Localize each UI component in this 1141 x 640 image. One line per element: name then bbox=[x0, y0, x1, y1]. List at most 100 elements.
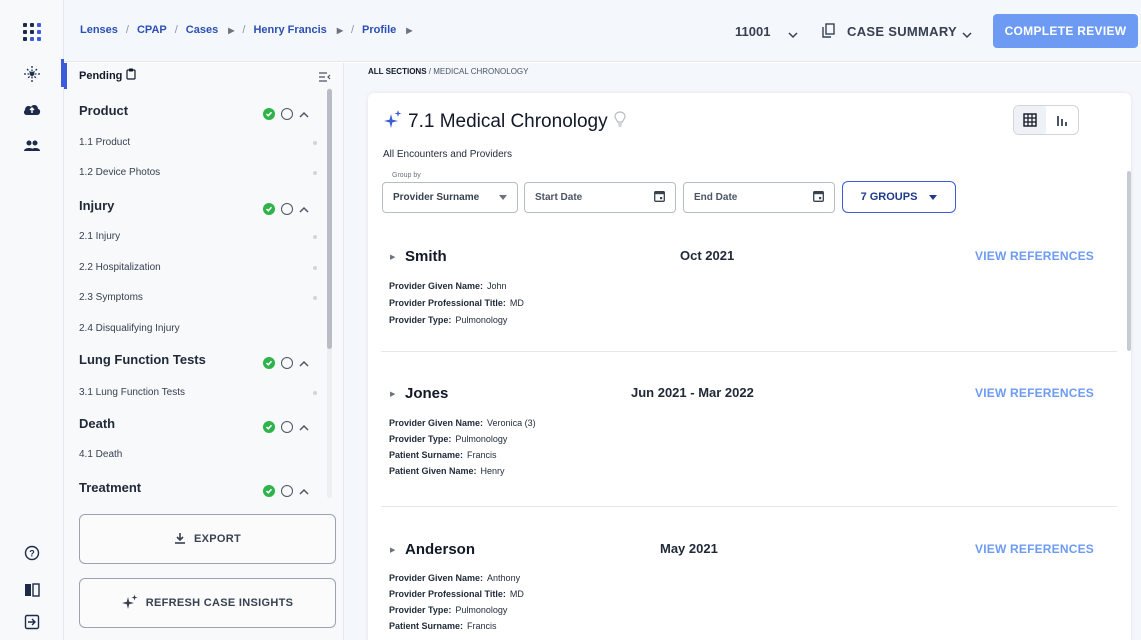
sidebar-item-disqualifying-injury[interactable]: 2.4 Disqualifying Injury bbox=[79, 323, 180, 334]
view-references-button[interactable]: VIEW REFERENCES bbox=[975, 386, 1094, 400]
circle-outline-icon[interactable] bbox=[281, 485, 293, 497]
chevron-up-icon[interactable] bbox=[299, 482, 309, 500]
breadcrumb-separator: / bbox=[174, 24, 178, 36]
breadcrumb-all-sections[interactable]: ALL SECTIONS bbox=[368, 67, 427, 76]
medical-chronology-card: 7.1 Medical Chronology All Encounters an… bbox=[368, 93, 1131, 640]
help-icon[interactable]: ? bbox=[22, 543, 42, 563]
caret-right-icon[interactable]: ▶ bbox=[337, 26, 343, 35]
circle-outline-icon[interactable] bbox=[281, 421, 293, 433]
breadcrumb-medical-chronology: MEDICAL CHRONOLOGY bbox=[433, 67, 529, 76]
section-death[interactable]: Death bbox=[79, 416, 115, 431]
groups-label: 7 GROUPS bbox=[860, 191, 918, 203]
section-product[interactable]: Product bbox=[79, 103, 128, 118]
view-references-button[interactable]: VIEW REFERENCES bbox=[975, 249, 1094, 263]
copy-icon[interactable] bbox=[822, 23, 835, 43]
table-view-icon[interactable] bbox=[1014, 106, 1046, 134]
sidebar-item-death[interactable]: 4.1 Death bbox=[79, 449, 122, 460]
chevron-down-icon[interactable] bbox=[788, 26, 798, 44]
group-provider-surname[interactable]: Smith bbox=[405, 248, 447, 265]
case-number-selector[interactable]: 11001 bbox=[735, 24, 770, 39]
detail-label: Provider Given Name: bbox=[389, 281, 484, 291]
breadcrumb-cases[interactable]: Cases bbox=[186, 24, 218, 36]
detail-label: Provider Given Name: bbox=[389, 573, 484, 583]
refresh-case-insights-button[interactable]: REFRESH CASE INSIGHTS bbox=[79, 578, 336, 628]
detail-value: Francis bbox=[467, 450, 497, 460]
export-button[interactable]: EXPORT bbox=[79, 514, 336, 564]
group-provider-surname[interactable]: Jones bbox=[405, 385, 448, 402]
app-grid-icon[interactable] bbox=[22, 22, 42, 42]
pending-header[interactable]: Pending bbox=[79, 68, 136, 83]
card-title: 7.1 Medical Chronology bbox=[384, 110, 626, 134]
groups-dropdown-button[interactable]: 7 GROUPS bbox=[842, 181, 956, 213]
cloud-upload-icon[interactable] bbox=[22, 99, 42, 119]
sidebar-item-symptoms[interactable]: 2.3 Symptoms bbox=[79, 292, 143, 303]
status-dot bbox=[313, 141, 317, 145]
book-icon[interactable] bbox=[22, 580, 42, 600]
breadcrumb-lenses[interactable]: Lenses bbox=[80, 24, 118, 36]
caret-right-icon[interactable]: ▶ bbox=[228, 26, 234, 35]
expand-caret-icon[interactable]: ▶ bbox=[390, 546, 395, 554]
case-summary-dropdown[interactable]: CASE SUMMARY bbox=[847, 24, 957, 39]
chevron-up-icon[interactable] bbox=[299, 418, 309, 436]
users-icon[interactable] bbox=[22, 136, 42, 156]
chevron-down-icon[interactable] bbox=[962, 26, 972, 44]
detail-value: Veronica (3) bbox=[487, 418, 536, 428]
view-references-button[interactable]: VIEW REFERENCES bbox=[975, 542, 1094, 556]
group-date-range: May 2021 bbox=[660, 541, 718, 556]
chevron-up-icon[interactable] bbox=[299, 105, 309, 123]
circle-outline-icon[interactable] bbox=[281, 108, 293, 120]
detail-row: Provider Given Name: Veronica (3) bbox=[389, 418, 536, 428]
check-circle-icon bbox=[263, 485, 275, 497]
group-date-range: Jun 2021 - Mar 2022 bbox=[631, 385, 754, 400]
sidebar-item-hospitalization[interactable]: 2.2 Hospitalization bbox=[79, 262, 161, 273]
breadcrumb-profile[interactable]: Profile bbox=[362, 24, 396, 36]
detail-row: Provider Professional Title: MD bbox=[389, 589, 524, 599]
lightbulb-icon[interactable] bbox=[614, 111, 626, 133]
circle-outline-icon[interactable] bbox=[281, 203, 293, 215]
sidebar-item-device-photos[interactable]: 1.2 Device Photos bbox=[79, 167, 160, 178]
detail-row: Provider Professional Title: MD bbox=[389, 298, 524, 308]
section-lung-function-tests[interactable]: Lung Function Tests bbox=[79, 352, 206, 367]
detail-row: Provider Given Name: Anthony bbox=[389, 573, 520, 583]
section-injury[interactable]: Injury bbox=[79, 198, 114, 213]
section-injury-status bbox=[263, 200, 309, 218]
section-treatment[interactable]: Treatment bbox=[79, 480, 141, 495]
sidebar-item-injury[interactable]: 2.1 Injury bbox=[79, 231, 120, 242]
breadcrumb-cpap[interactable]: CPAP bbox=[137, 24, 167, 36]
circle-outline-icon[interactable] bbox=[281, 357, 293, 369]
caret-right-icon[interactable]: ▶ bbox=[406, 26, 412, 35]
sparkle-icon bbox=[121, 594, 138, 613]
group-by-select[interactable]: Provider Surname bbox=[382, 182, 518, 213]
start-date-input[interactable]: Start Date bbox=[524, 182, 676, 213]
chevron-up-icon[interactable] bbox=[299, 354, 309, 372]
detail-label: Provider Professional Title: bbox=[389, 589, 506, 599]
group-provider-surname[interactable]: Anderson bbox=[405, 541, 475, 558]
expand-caret-icon[interactable]: ▶ bbox=[390, 390, 395, 398]
detail-value: John bbox=[487, 281, 507, 291]
group-date-range: Oct 2021 bbox=[680, 248, 735, 263]
section-sidebar: Pending Product 1.1 Product 1.2 Device P… bbox=[64, 63, 344, 640]
detail-label: Provider Given Name: bbox=[389, 418, 484, 428]
pending-label: Pending bbox=[79, 69, 123, 82]
calendar-icon[interactable] bbox=[813, 190, 824, 205]
expand-caret-icon[interactable]: ▶ bbox=[390, 253, 395, 261]
sidebar-scrollbar[interactable] bbox=[327, 89, 332, 349]
main-scrollbar[interactable] bbox=[1127, 171, 1131, 351]
detail-value: Pulmonology bbox=[455, 315, 508, 325]
chevron-up-icon[interactable] bbox=[299, 200, 309, 218]
calendar-icon[interactable] bbox=[654, 190, 665, 205]
breadcrumb-henry-francis[interactable]: Henry Francis bbox=[253, 24, 326, 36]
end-date-input[interactable]: End Date bbox=[683, 182, 835, 213]
detail-row: Patient Given Name: Henry bbox=[389, 466, 505, 476]
sparkle-icon[interactable] bbox=[22, 64, 42, 84]
bar-chart-icon[interactable] bbox=[1046, 106, 1078, 134]
sidebar-item-lung-function-tests[interactable]: 3.1 Lung Function Tests bbox=[79, 387, 185, 398]
logout-icon[interactable] bbox=[22, 612, 42, 632]
status-dot bbox=[313, 296, 317, 300]
status-dot bbox=[313, 266, 317, 270]
complete-review-button[interactable]: COMPLETE REVIEW bbox=[993, 14, 1138, 48]
app-root: ? Lenses / CPAP / Cases ▶ / Henry Franci… bbox=[0, 0, 1141, 640]
sidebar-item-product[interactable]: 1.1 Product bbox=[79, 137, 130, 148]
section-breadcrumb: ALL SECTIONS / MEDICAL CHRONOLOGY bbox=[368, 67, 529, 76]
collapse-sidebar-icon[interactable] bbox=[318, 69, 331, 87]
